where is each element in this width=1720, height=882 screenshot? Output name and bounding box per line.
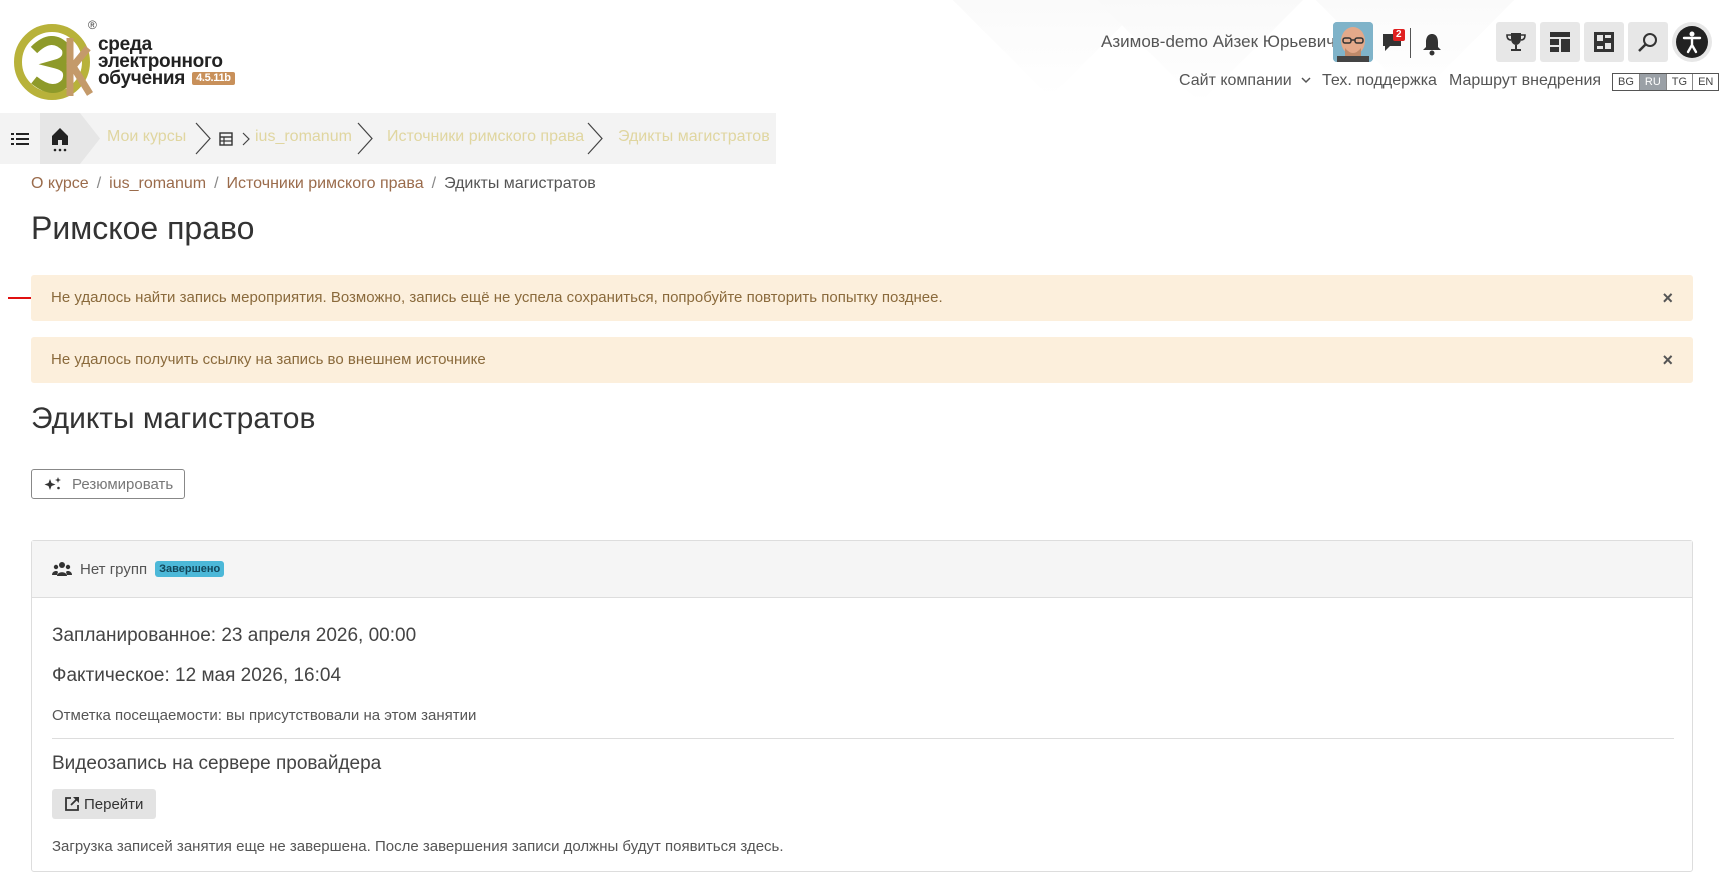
recording-note: Загрузка записей занятия еще не завершен…	[52, 838, 784, 855]
accessibility-icon	[1676, 26, 1708, 58]
breadcrumb-separator: /	[214, 175, 219, 192]
nav-company-site[interactable]: Сайт компании	[1179, 72, 1312, 90]
page-title: Римское право	[31, 210, 255, 246]
crumb-separator-icon	[195, 122, 211, 155]
session-card-header: Нет групп Завершено	[32, 541, 1692, 598]
dashboard-button[interactable]	[1540, 22, 1580, 62]
logo-3k-icon	[14, 24, 93, 100]
lang-ru[interactable]: RU	[1639, 74, 1667, 90]
breadcrumb-link-course[interactable]: ius_romanum	[109, 175, 206, 192]
status-badge: Завершено	[155, 561, 225, 577]
breadcrumb-separator: /	[96, 175, 102, 192]
crumb-activity[interactable]: Эдикты магистратов	[618, 128, 770, 146]
header-divider	[1410, 28, 1411, 58]
crumb-course[interactable]: ius_romanum	[255, 128, 352, 146]
home-icon	[52, 127, 68, 151]
summarize-button[interactable]: Резюмировать	[31, 469, 185, 499]
avatar[interactable]	[1333, 22, 1373, 62]
breadcrumb-link-section[interactable]: Источники римского права	[227, 175, 424, 192]
actual-time: Фактическое: 12 мая 2026, 16:04	[52, 665, 342, 686]
language-switcher: BG RU TG EN	[1612, 73, 1720, 91]
users-group-icon	[52, 562, 72, 576]
summarize-label: Резюмировать	[72, 475, 174, 493]
external-link-icon	[65, 797, 79, 811]
layout-button[interactable]	[1584, 22, 1624, 62]
nav-support[interactable]: Тех. поддержка	[1322, 72, 1437, 90]
planned-time: Запланированное: 23 апреля 2026, 00:00	[52, 625, 417, 646]
alert-text: Не удалось получить ссылку на запись во …	[51, 351, 486, 368]
header-background	[0, 0, 1720, 112]
dashboard-grid-icon	[1550, 32, 1570, 52]
close-icon[interactable]: ×	[1662, 337, 1673, 383]
achievements-button[interactable]	[1496, 22, 1536, 62]
crumb-separator-icon	[587, 122, 603, 155]
bell-icon	[1423, 34, 1441, 56]
lang-en[interactable]: EN	[1693, 74, 1718, 90]
home-button[interactable]	[40, 113, 80, 164]
search-icon	[1638, 33, 1657, 52]
chevron-right-icon	[242, 132, 250, 146]
crumb-my-courses[interactable]: Мои курсы	[107, 128, 186, 146]
user-name[interactable]: Азимов-demo Айзек Юрьевич	[1101, 32, 1335, 52]
session-card: Нет групп Завершено Запланированное: 23 …	[31, 540, 1693, 872]
divider	[52, 738, 1674, 739]
sparkles-icon	[44, 477, 61, 490]
search-button[interactable]	[1628, 22, 1668, 62]
nav-company-site-label: Сайт компании	[1179, 72, 1292, 89]
breadcrumb-bar: Мои курсы ius_romanum Источники римского…	[0, 113, 776, 164]
accessibility-button[interactable]	[1672, 22, 1712, 62]
attendance-note: Отметка посещаемости: вы присутствовали …	[52, 707, 477, 724]
activity-title: Эдикты магистратов	[31, 402, 316, 435]
logo-text-line3: обучения	[98, 68, 186, 89]
chevron-down-icon	[1301, 77, 1311, 84]
notifications-button[interactable]	[1418, 30, 1446, 58]
lang-bg[interactable]: BG	[1613, 74, 1640, 90]
breadcrumb-current: Эдикты магистратов	[444, 175, 596, 192]
recording-title: Видеозапись на сервере провайдера	[52, 753, 382, 774]
lang-tg[interactable]: TG	[1667, 74, 1694, 90]
breadcrumb: О курсе / ius_romanum / Источники римского п…	[31, 175, 596, 193]
close-icon[interactable]: ×	[1662, 275, 1673, 321]
layout-blocks-icon	[1594, 32, 1614, 52]
trophy-icon	[1506, 33, 1526, 51]
nav-route[interactable]: Маршрут внедрения	[1449, 72, 1601, 90]
breadcrumb-link-about[interactable]: О курсе	[31, 175, 89, 192]
alert-recording-not-found: Не удалось найти запись мероприятия. Воз…	[31, 275, 1693, 321]
table-icon	[219, 132, 233, 146]
list-icon	[11, 132, 29, 145]
logo-version-badge: 4.5.11b	[192, 72, 235, 86]
crumb-section[interactable]: Источники римского права	[387, 128, 584, 146]
messages-count-badge: 2	[1393, 29, 1405, 41]
alert-text: Не удалось найти запись мероприятия. Воз…	[51, 289, 943, 306]
breadcrumb-separator: /	[431, 175, 437, 192]
site-logo[interactable]: ® среда электронного обучения 4.5.11b	[14, 18, 244, 104]
crumb-separator-icon	[357, 122, 373, 155]
user-avatar-icon	[1333, 22, 1373, 62]
crumb-separator-icon	[80, 113, 100, 164]
course-menu-button[interactable]	[0, 113, 40, 164]
open-recording-label: Перейти	[84, 795, 144, 813]
logo-registered-mark: ®	[88, 18, 97, 32]
open-recording-button[interactable]: Перейти	[52, 789, 156, 819]
alert-link-failed: Не удалось получить ссылку на запись во …	[31, 337, 1693, 383]
groups-label: Нет групп	[80, 560, 148, 578]
